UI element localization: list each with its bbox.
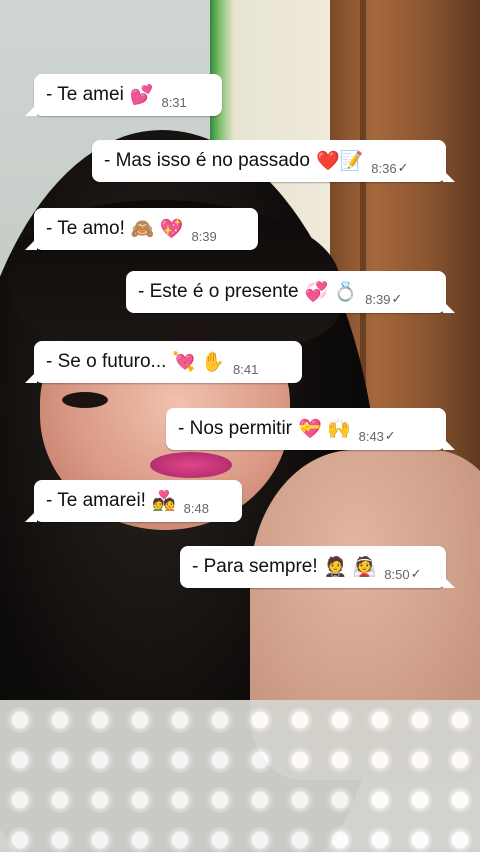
emoji: 💘 ✋ xyxy=(172,351,225,373)
message-bubble-outgoing[interactable]: - Para sempre! 🤵 👰 8:50 ✓ xyxy=(180,546,455,588)
message-time: 8:43 xyxy=(358,429,384,444)
message-bubble-outgoing[interactable]: - Este é o presente 💞 💍 8:39 ✓ xyxy=(126,271,455,313)
sent-check-icon: ✓ xyxy=(410,566,422,581)
message-bubble-incoming[interactable]: - Te amo! 🙈 💖 8:39 xyxy=(25,208,258,250)
emoji: ❤️📝 xyxy=(315,150,364,172)
emoji: 💕 xyxy=(129,84,154,106)
message-text: - Nos permitir xyxy=(178,418,293,439)
message-time: 8:50 xyxy=(384,567,410,582)
message-bubble-incoming[interactable]: - Se o futuro... 💘 ✋ 8:41 xyxy=(25,341,302,383)
sent-check-icon: ✓ xyxy=(391,291,403,306)
message-time: 8:36 xyxy=(371,161,397,176)
message-bubble-incoming[interactable]: - Te amarei! 💑 8:48 xyxy=(25,480,242,522)
message-text: - Te amarei! xyxy=(46,490,146,511)
message-text: - Te amei xyxy=(46,84,124,105)
emoji: 💞 💍 xyxy=(304,281,358,303)
message-text: - Para sempre! xyxy=(192,556,318,577)
sent-check-icon: ✓ xyxy=(384,428,396,443)
message-time: 8:31 xyxy=(161,95,187,110)
emoji: 🤵 👰 xyxy=(323,556,377,578)
message-time: 8:41 xyxy=(233,362,259,377)
message-text: - Te amo! xyxy=(46,218,125,239)
sent-check-icon: ✓ xyxy=(397,160,409,175)
message-text: - Mas isso é no passado xyxy=(104,150,310,171)
emoji: 🙈 💖 xyxy=(130,218,184,240)
emoji: 💑 xyxy=(151,490,176,512)
emoji: 💝 🙌 xyxy=(298,418,351,440)
message-text: - Se o futuro... xyxy=(46,351,167,372)
message-bubble-outgoing[interactable]: - Mas isso é no passado ❤️📝 8:36 ✓ xyxy=(92,140,455,182)
message-bubble-incoming[interactable]: - Te amei 💕 8:31 xyxy=(25,74,222,116)
message-time: 8:39 xyxy=(365,292,391,307)
message-bubble-outgoing[interactable]: - Nos permitir 💝 🙌 8:43 ✓ xyxy=(166,408,455,450)
message-time: 8:39 xyxy=(191,229,217,244)
message-text: - Este é o presente xyxy=(138,281,299,302)
message-time: 8:48 xyxy=(183,501,209,516)
